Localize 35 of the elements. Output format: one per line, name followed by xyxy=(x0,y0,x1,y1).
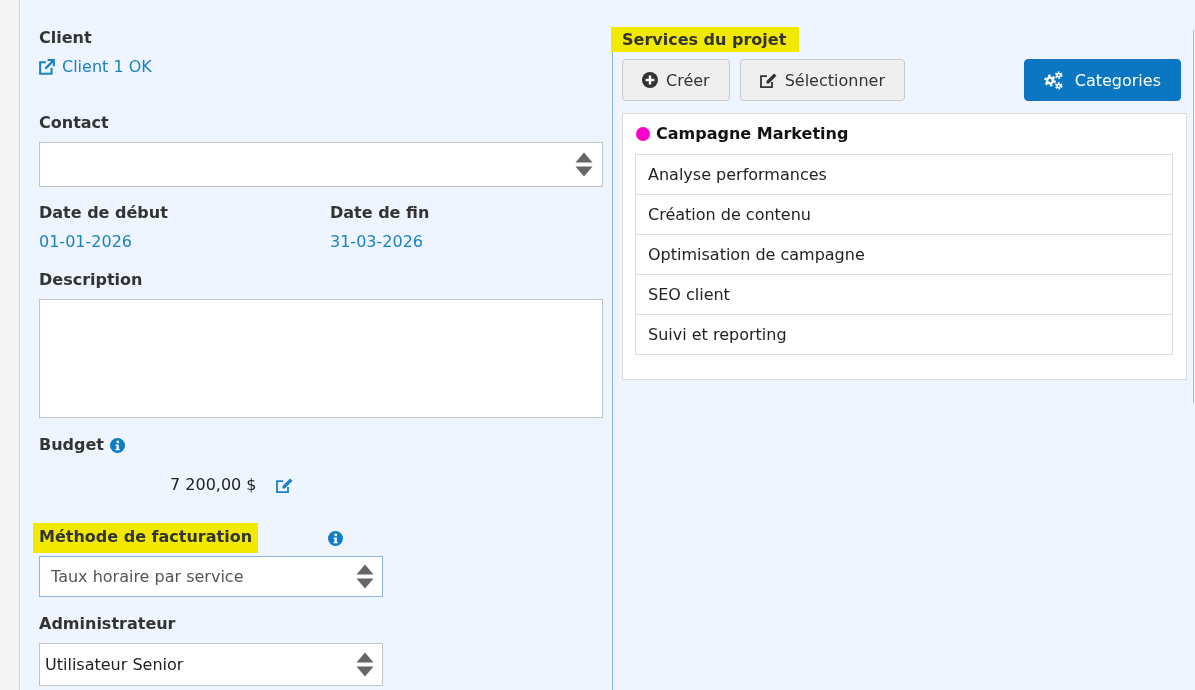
date-label: Date de début xyxy=(39,202,168,224)
up-down-arrows-icon xyxy=(575,152,593,177)
edit-icon xyxy=(759,72,777,88)
select-button[interactable]: Sélectionner xyxy=(739,59,905,101)
client-link[interactable]: Client 1 OK xyxy=(39,55,152,79)
service-item[interactable]: SEO client xyxy=(636,275,1172,315)
plus-circle-icon xyxy=(642,72,658,88)
billing-method-select[interactable]: Taux horaire par service xyxy=(39,556,383,597)
budget-amount: 7 200,00 $ xyxy=(170,474,257,496)
client-label: Client xyxy=(39,27,92,49)
categories-button[interactable]: Categories xyxy=(1023,59,1181,101)
section-title: Services du projet xyxy=(611,27,800,52)
gears-icon xyxy=(1043,70,1063,90)
service-item[interactable]: Création de contenu xyxy=(636,195,1172,235)
description-label: Description xyxy=(39,269,143,291)
category-title: Campagne Marketing xyxy=(656,123,849,145)
info-icon[interactable] xyxy=(328,530,343,546)
external-link-icon xyxy=(39,59,55,75)
date-label: Date de fin xyxy=(330,202,430,224)
up-down-arrows-icon xyxy=(356,564,374,589)
budget-label: Budget xyxy=(39,434,104,456)
description-field[interactable] xyxy=(39,299,603,418)
administrator-select[interactable]: Utilisateur Senior xyxy=(39,643,383,686)
date-value[interactable]: 01-01-2026 xyxy=(39,230,132,254)
edit-icon[interactable] xyxy=(275,477,293,493)
up-down-arrows-icon xyxy=(356,652,374,677)
service-item[interactable]: Analyse performances xyxy=(636,155,1172,195)
service-item[interactable]: Suivi et reporting xyxy=(636,315,1172,355)
date-value[interactable]: 31-03-2026 xyxy=(330,230,423,254)
administrator-label: Administrateur xyxy=(39,613,176,635)
info-icon[interactable] xyxy=(110,437,125,453)
create-button[interactable]: Créer xyxy=(622,59,730,101)
billing-method-label: Méthode de facturation xyxy=(33,523,259,553)
service-item[interactable]: Optimisation de campagne xyxy=(636,235,1172,275)
contact-label: Contact xyxy=(39,112,109,134)
